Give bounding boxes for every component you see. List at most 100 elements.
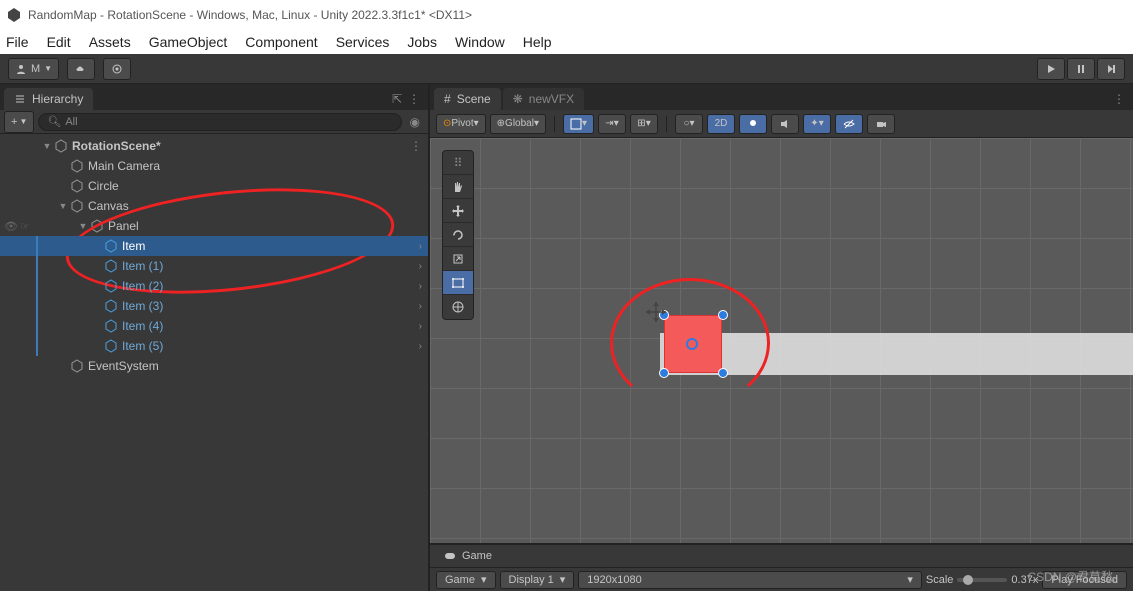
tab-label: Scene xyxy=(457,92,491,106)
step-button[interactable] xyxy=(1097,58,1125,80)
anchor-gizmo[interactable] xyxy=(642,298,670,326)
audio-toggle[interactable] xyxy=(771,114,799,134)
item-label: Item (1) xyxy=(122,259,163,273)
menu-file[interactable]: File xyxy=(6,34,29,50)
add-button[interactable]: +▼ xyxy=(4,111,34,133)
scale-slider[interactable] xyxy=(957,578,1007,582)
draw-mode-button[interactable]: ○▾ xyxy=(675,114,703,134)
pickable-icon[interactable]: ☞ xyxy=(20,220,30,233)
item-label: Item (2) xyxy=(122,279,163,293)
grid2-icon: ⊞ xyxy=(637,118,645,129)
person-icon xyxy=(15,63,27,75)
fx-icon: ✦ xyxy=(810,118,818,129)
space-dropdown[interactable]: ⊕Global ▾ xyxy=(490,114,546,134)
hierarchy-item-item3[interactable]: Item (3) › xyxy=(0,296,428,316)
game-title: Game xyxy=(462,550,492,562)
scene-root[interactable]: ▼ RotationScene* ⋮ xyxy=(0,136,428,156)
hierarchy-item-item1[interactable]: Item (1) › xyxy=(0,256,428,276)
hierarchy-item-item2[interactable]: Item (2) › xyxy=(0,276,428,296)
grid-snap-button[interactable]: ▾ xyxy=(563,114,594,134)
hierarchy-item-item4[interactable]: Item (4) › xyxy=(0,316,428,336)
chevron-right-icon: › xyxy=(419,301,422,312)
hand-tool[interactable] xyxy=(443,175,473,199)
hierarchy-item-item5[interactable]: Item (5) › xyxy=(0,336,428,356)
display-dropdown[interactable]: Display 1 ▾ xyxy=(500,571,575,589)
dd-label: Game xyxy=(445,574,475,586)
scene-menu-icon[interactable]: ⋮ xyxy=(410,139,422,153)
menu-jobs[interactable]: Jobs xyxy=(407,34,437,50)
tool-palette: ⠿ xyxy=(442,150,474,320)
pivot-dropdown[interactable]: ⊙Pivot ▾ xyxy=(436,114,486,134)
hierarchy-item-canvas[interactable]: ▼ Canvas xyxy=(0,196,428,216)
cloud-button[interactable] xyxy=(67,58,95,80)
hierarchy-item-camera[interactable]: Main Camera xyxy=(0,156,428,176)
gear-icon xyxy=(111,63,123,75)
item-label: Item (3) xyxy=(122,299,163,313)
visibility-icon[interactable]: 👁︎ xyxy=(4,220,18,233)
scene-viewport[interactable]: ⠿ xyxy=(430,138,1133,543)
pivot-label: Pivot xyxy=(451,118,473,129)
move-icon xyxy=(451,204,465,218)
hierarchy-search[interactable]: 🔍︎ All xyxy=(38,113,401,131)
pivot-handle[interactable] xyxy=(686,338,698,350)
hidden-toggle[interactable] xyxy=(835,114,863,134)
rect-tool[interactable] xyxy=(443,271,473,295)
play-button[interactable] xyxy=(1037,58,1065,80)
item-label: Item (4) xyxy=(122,319,163,333)
account-button[interactable]: M ▼ xyxy=(8,58,59,80)
menu-component[interactable]: Component xyxy=(245,34,317,50)
menu-gameobject[interactable]: GameObject xyxy=(149,34,228,50)
menu-help[interactable]: Help xyxy=(523,34,552,50)
menu-bar: File Edit Assets GameObject Component Se… xyxy=(0,30,1133,54)
pause-button[interactable] xyxy=(1067,58,1095,80)
drag-handle[interactable]: ⠿ xyxy=(443,151,473,175)
search-placeholder: All xyxy=(65,116,77,128)
rect-handle[interactable] xyxy=(718,310,728,320)
dd-label: Display 1 xyxy=(509,574,554,586)
search-filter-icon[interactable]: ◉ xyxy=(406,115,424,129)
rect-handle[interactable] xyxy=(718,368,728,378)
settings-button[interactable] xyxy=(103,58,131,80)
resolution-dropdown[interactable]: 1920x1080▾ xyxy=(578,571,922,589)
grid-visibility-button[interactable]: ⊞ ▾ xyxy=(630,114,658,134)
cube-icon xyxy=(70,159,84,173)
fx-toggle[interactable]: ✦▾ xyxy=(803,114,831,134)
menu-edit[interactable]: Edit xyxy=(47,34,71,50)
transform-tool[interactable] xyxy=(443,295,473,319)
hierarchy-tree[interactable]: ▼ RotationScene* ⋮ Main Camera Circle ▼ … xyxy=(0,134,428,591)
hierarchy-item-panel[interactable]: 👁︎☞ ▼ Panel xyxy=(0,216,428,236)
cube-icon xyxy=(104,239,118,253)
cube-icon xyxy=(104,259,118,273)
move-tool[interactable] xyxy=(443,199,473,223)
item-label: Canvas xyxy=(88,199,129,213)
hierarchy-item-item[interactable]: Item › xyxy=(0,236,428,256)
editor-toolbar: M ▼ xyxy=(0,54,1133,84)
panel-menu-icon[interactable]: ⋮ xyxy=(1113,92,1125,106)
game-tab[interactable]: Game xyxy=(434,546,502,566)
lighting-toggle[interactable] xyxy=(739,114,767,134)
camera-button[interactable] xyxy=(867,114,895,134)
scale-tool[interactable] xyxy=(443,247,473,271)
detach-icon[interactable]: ⇱ xyxy=(392,92,402,106)
menu-assets[interactable]: Assets xyxy=(89,34,131,50)
item-label: Item xyxy=(122,239,145,253)
2d-toggle[interactable]: 2D xyxy=(707,114,735,134)
item-label: Circle xyxy=(88,179,119,193)
menu-services[interactable]: Services xyxy=(336,34,390,50)
plus-icon: + xyxy=(11,116,17,128)
scene-toolbar: ⊙Pivot ▾ ⊕Global ▾ ▾ ⇥ ▾ ⊞ ▾ ○▾ 2D ✦▾ xyxy=(430,110,1133,138)
newvfx-tab[interactable]: ❋ newVFX xyxy=(503,88,584,110)
rotate-tool[interactable] xyxy=(443,223,473,247)
hierarchy-item-eventsystem[interactable]: EventSystem xyxy=(0,356,428,376)
eye-off-icon xyxy=(843,118,855,130)
hierarchy-tab[interactable]: Hierarchy xyxy=(4,88,93,110)
snap-increment-button[interactable]: ⇥ ▾ xyxy=(598,114,626,134)
game-view-dropdown[interactable]: Game ▾ xyxy=(436,571,496,589)
panel-menu-icon[interactable]: ⋮ xyxy=(408,92,420,106)
scene-tab[interactable]: # Scene xyxy=(434,88,501,110)
cube-icon xyxy=(104,319,118,333)
play-mode-dropdown[interactable]: Play Focused xyxy=(1042,571,1127,589)
rect-handle[interactable] xyxy=(659,368,669,378)
menu-window[interactable]: Window xyxy=(455,34,505,50)
hierarchy-item-circle[interactable]: Circle xyxy=(0,176,428,196)
